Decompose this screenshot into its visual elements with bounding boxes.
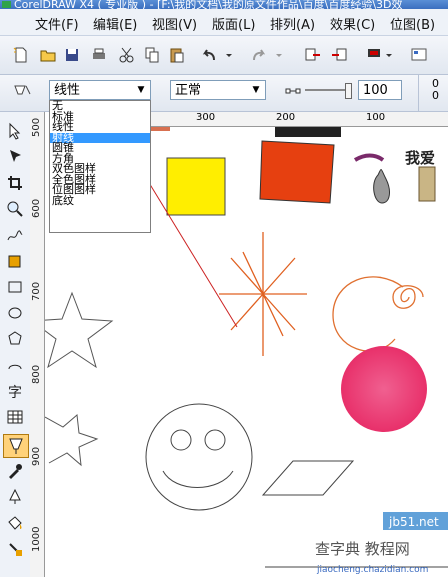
option-texture[interactable]: 底纹 — [50, 195, 150, 207]
fill-mode-select[interactable]: 正常 ▼ — [170, 80, 266, 100]
vruler-label: 600 — [31, 198, 42, 218]
undo-icon[interactable] — [200, 46, 238, 64]
fill-tool-icon[interactable] — [6, 514, 24, 532]
new-document-icon[interactable] — [12, 46, 30, 64]
pick-tool-icon[interactable] — [6, 122, 24, 140]
zoom-tool-icon[interactable] — [6, 200, 24, 218]
canvas-text: 我爱 — [405, 149, 435, 167]
vruler-label: 1000 — [31, 526, 42, 552]
copy-icon[interactable] — [143, 46, 161, 64]
purple-curve — [353, 153, 385, 162]
horizontal-ruler: 300 200 100 — [110, 112, 448, 127]
title-bar: CorelDRAW X4 ( 专业版 ) - [F:\我的文档\我的原文件作品\… — [0, 0, 448, 9]
crop-tool-icon[interactable] — [6, 174, 24, 192]
save-icon[interactable] — [63, 46, 81, 64]
redo-icon[interactable] — [250, 46, 288, 64]
chevron-down-icon: ▼ — [137, 85, 145, 95]
offset-values[interactable]: 0 0 — [432, 78, 439, 102]
chevron-down-icon: ▼ — [252, 85, 260, 95]
hruler-label: 100 — [366, 112, 386, 123]
shape-tool-icon[interactable] — [6, 148, 24, 166]
freehand-tool-icon[interactable] — [6, 226, 24, 244]
partial-shape — [150, 127, 170, 131]
polygon-tool-icon[interactable] — [6, 330, 24, 348]
fill-type-value: 线性 — [54, 83, 81, 98]
menu-edit[interactable]: 编辑(E) — [93, 14, 137, 33]
standard-toolbar — [0, 36, 448, 75]
scribble-shape — [373, 169, 390, 204]
vruler-label: 900 — [31, 446, 42, 466]
menu-layout[interactable]: 版面(L) — [212, 14, 255, 33]
table-tool-icon[interactable] — [6, 408, 24, 426]
vruler-label: 500 — [31, 117, 42, 137]
window-title: CorelDRAW X4 ( 专业版 ) - [F:\我的文档\我的原文件作品\… — [14, 0, 403, 9]
menu-arrange[interactable]: 排列(A) — [270, 14, 315, 33]
text-tool-icon[interactable]: 字 — [6, 382, 24, 400]
cut-icon[interactable] — [118, 46, 136, 64]
star-outline — [45, 291, 114, 369]
print-icon[interactable] — [90, 46, 108, 64]
menu-effects[interactable]: 效果(C) — [330, 14, 375, 33]
open-icon[interactable] — [39, 46, 57, 64]
application-launcher-icon[interactable] — [366, 46, 396, 64]
fill-type-dropdown-list: 无 标准 线性 射线 圆锥 方角 双色图样 全色图样 位图图样 底纹 — [49, 100, 151, 233]
midpoint-value: 100 — [363, 83, 388, 98]
interactive-fill-icon — [14, 85, 31, 95]
midpoint-input[interactable]: 100 — [358, 80, 402, 100]
svg-text:字: 字 — [8, 385, 22, 400]
watermark-site: jb51.net — [388, 515, 439, 529]
menu-file[interactable]: 文件(F) — [35, 14, 79, 33]
outline-tool-icon[interactable] — [6, 488, 24, 506]
hruler-label: 300 — [196, 112, 216, 123]
spiral — [392, 285, 424, 309]
multi-star — [45, 414, 99, 467]
offset-y-value: 0 — [432, 89, 439, 102]
menu-bar: 文件(F) 编辑(E) 视图(V) 版面(L) 排列(A) 效果(C) 位图(B… — [0, 9, 448, 36]
import-icon[interactable] — [304, 46, 322, 64]
fill-type-select[interactable]: 线性 ▼ — [49, 80, 151, 100]
midpoint-slider-thumb[interactable] — [345, 83, 352, 99]
vertical-ruler: 500 600 700 800 900 1000 — [30, 112, 45, 577]
toolbox: 字 — [0, 112, 31, 577]
basic-shapes-tool-icon[interactable] — [6, 356, 24, 374]
smart-fill-tool-icon[interactable] — [6, 252, 24, 270]
menu-bitmaps[interactable]: 位图(B) — [390, 14, 435, 33]
rectangle-tool-icon[interactable] — [6, 278, 24, 296]
black-bar — [275, 127, 341, 137]
smiley-face — [145, 403, 253, 511]
red-square — [259, 140, 335, 204]
fill-mode-value: 正常 — [175, 83, 202, 98]
watermark: jb51.net 查字典 教程网 jiaocheng.chazidian.com — [313, 512, 448, 577]
interactive-fill-bottom-icon[interactable] — [6, 540, 24, 558]
bag-image — [418, 166, 436, 202]
vruler-label: 800 — [31, 364, 42, 384]
ellipse-tool-icon[interactable] — [6, 304, 24, 322]
watermark-brand: 查字典 教程网 — [315, 540, 410, 558]
radial-filled-circle — [341, 346, 427, 432]
app-icon — [2, 1, 11, 8]
interactive-fill-tool-icon[interactable] — [3, 434, 29, 458]
welcome-screen-icon[interactable] — [410, 46, 428, 64]
watermark-url: jiaocheng.chazidian.com — [316, 565, 428, 575]
star-burst — [219, 232, 307, 356]
eyedropper-tool-icon[interactable] — [6, 462, 24, 480]
export-icon[interactable] — [330, 46, 348, 64]
paste-icon[interactable] — [168, 46, 186, 64]
yellow-square — [166, 157, 226, 216]
midpoint-icon — [285, 88, 301, 94]
hruler-label: 200 — [276, 112, 296, 123]
parallelogram — [261, 460, 355, 496]
menu-view[interactable]: 视图(V) — [152, 14, 197, 33]
vruler-label: 700 — [31, 281, 42, 301]
